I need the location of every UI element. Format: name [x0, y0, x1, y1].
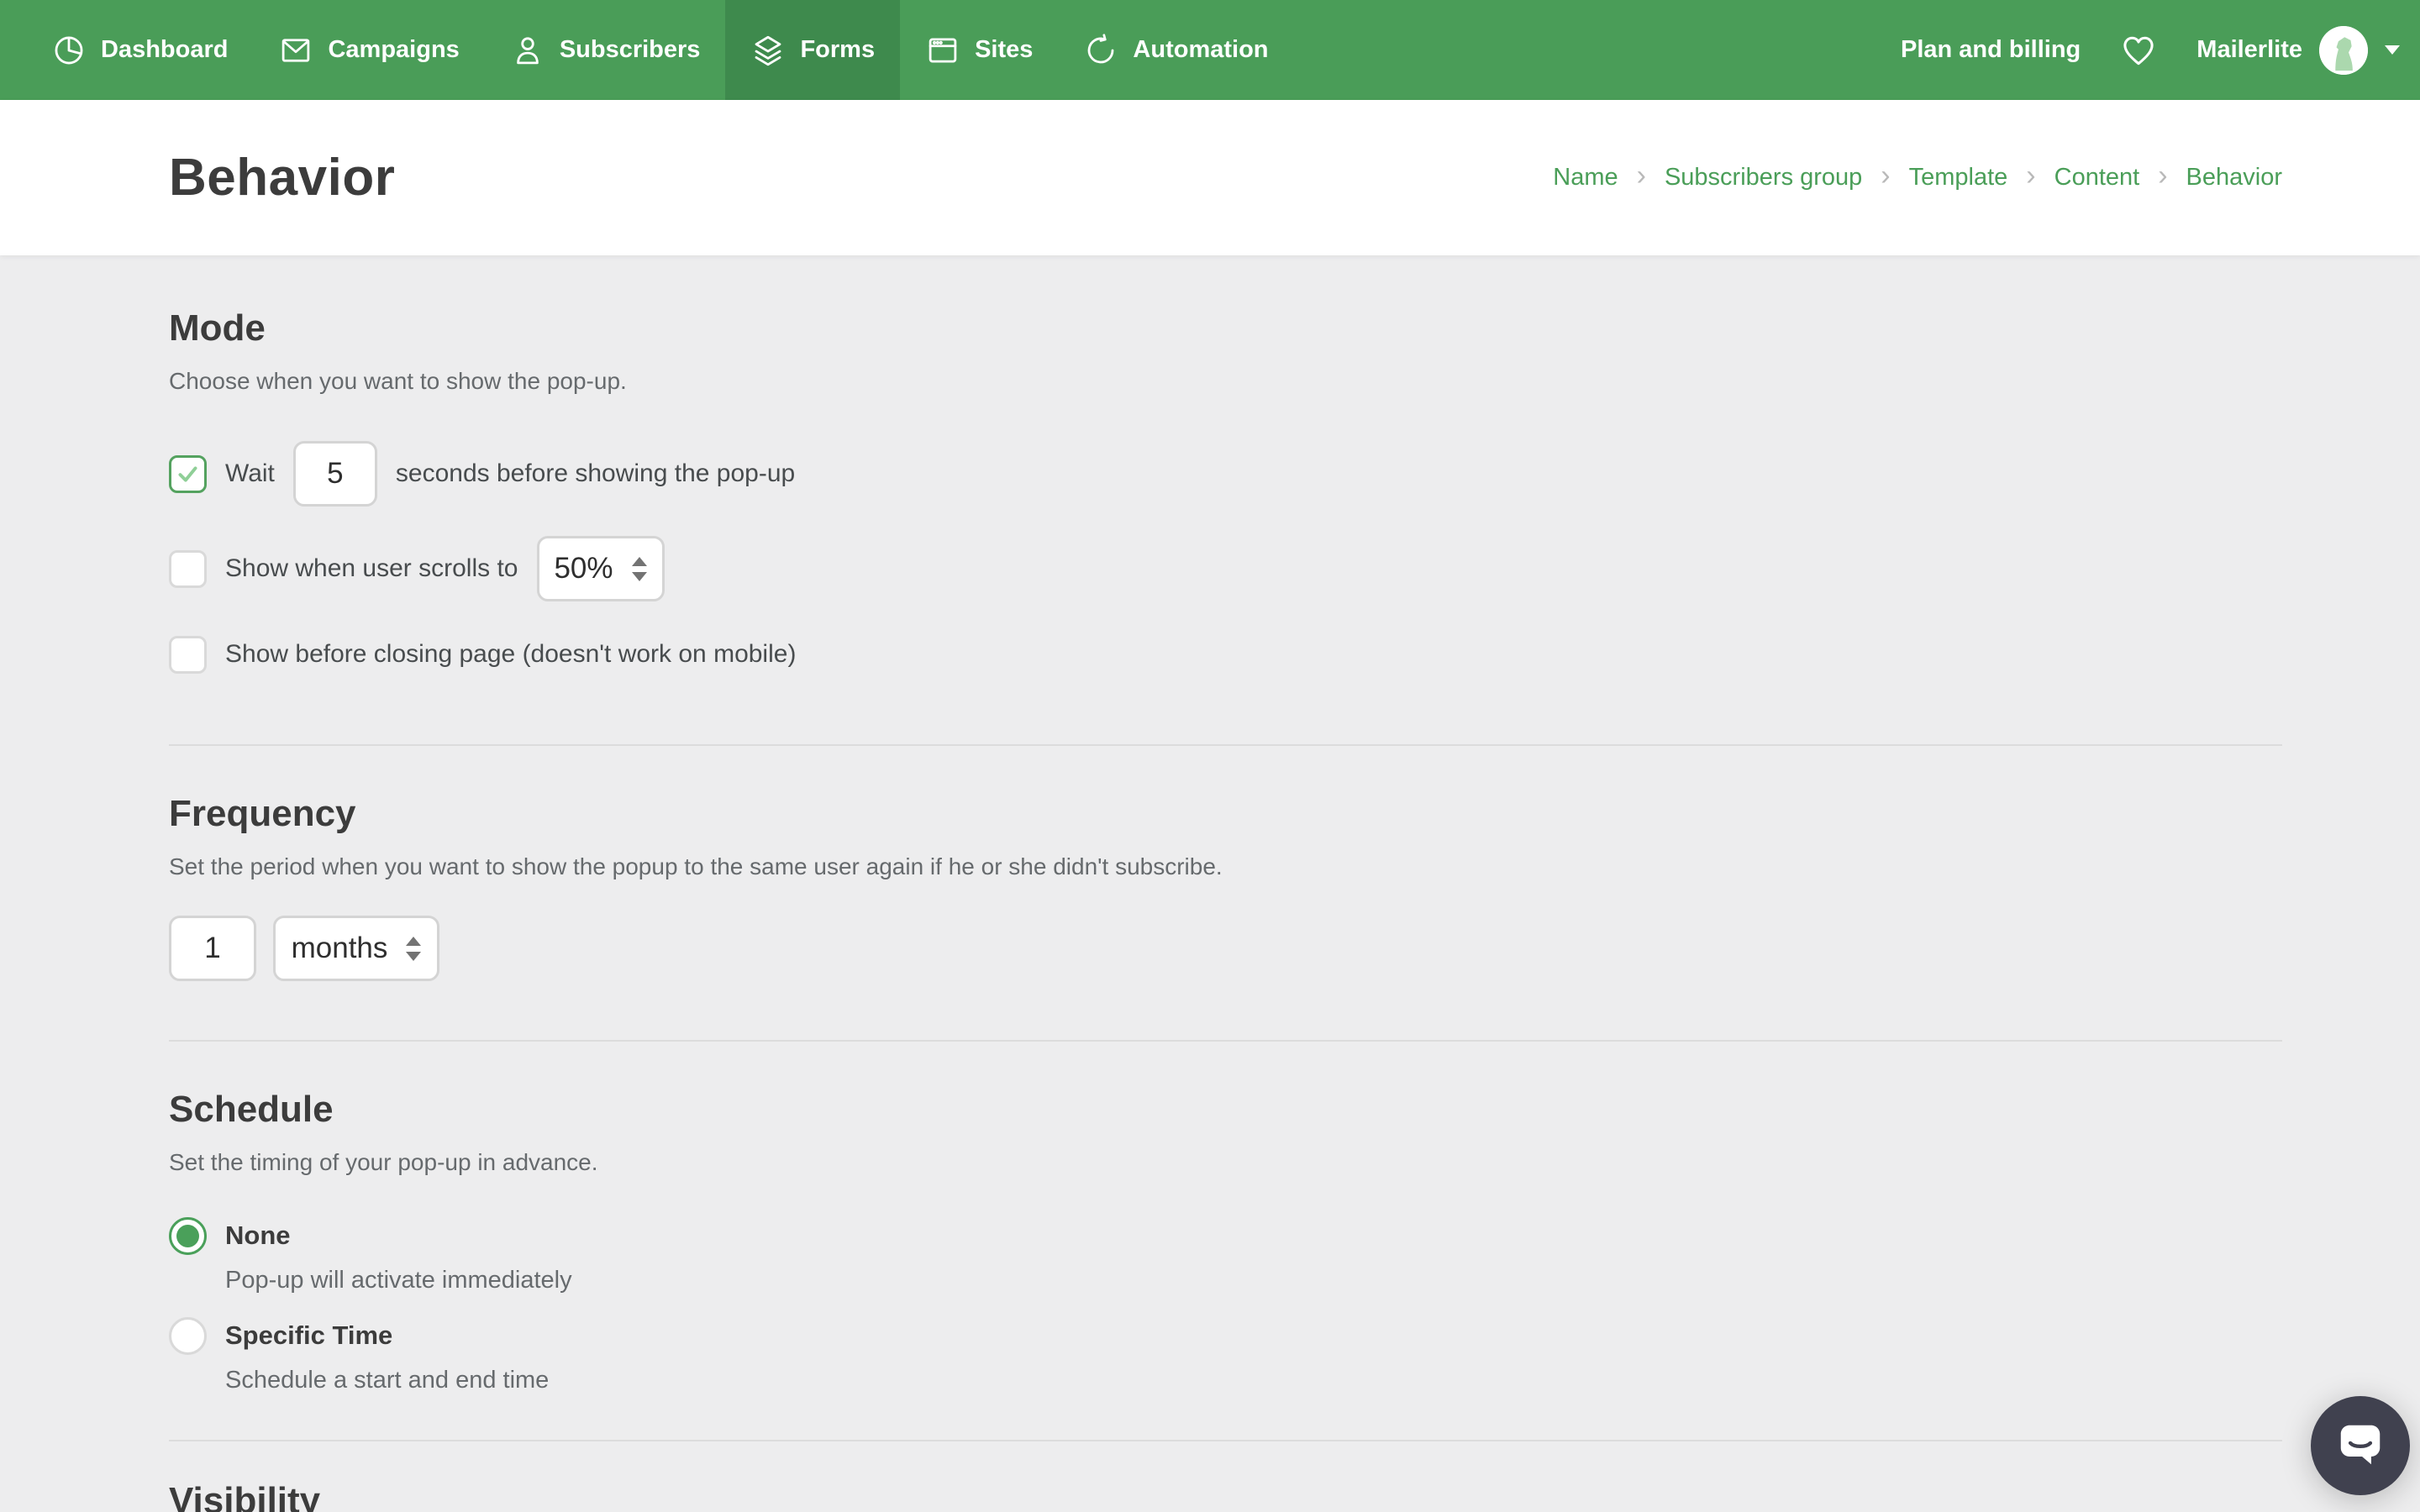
page-header: Behavior Name › Subscribers group › Temp…	[0, 100, 2420, 255]
nav-item-label: Sites	[975, 36, 1034, 63]
account-name: Mailerlite	[2196, 36, 2302, 63]
visibility-section: Visibility	[169, 1480, 2282, 1512]
stepper-icon	[406, 936, 422, 961]
wait-label-after: seconds before showing the pop-up	[395, 459, 796, 487]
schedule-options: None Pop-up will activate immediately Sp…	[169, 1216, 2282, 1394]
breadcrumb-separator-icon: ›	[1881, 159, 1891, 192]
nav-right: Plan and billing Mailerlite	[1901, 0, 2400, 100]
automation-icon	[1083, 33, 1118, 68]
subscribers-icon	[510, 33, 545, 68]
campaigns-icon	[278, 33, 313, 68]
breadcrumb-content[interactable]: Content	[2054, 164, 2140, 192]
schedule-option-specific-time[interactable]: Specific Time	[169, 1316, 2282, 1355]
heart-icon[interactable]	[2119, 31, 2158, 70]
forms-icon	[750, 33, 786, 68]
visibility-title: Visibility	[169, 1480, 321, 1512]
breadcrumb: Name › Subscribers group › Template › Co…	[1553, 159, 2282, 192]
nav-item-subscribers[interactable]: Subscribers	[485, 0, 726, 100]
chat-bubble-icon	[2334, 1419, 2386, 1473]
mode-description: Choose when you want to show the pop-up.	[169, 368, 627, 394]
wait-seconds-input[interactable]	[292, 441, 377, 507]
frequency-controls: months	[169, 916, 2282, 981]
breadcrumb-name[interactable]: Name	[1553, 164, 1618, 192]
frequency-unit-value: months	[291, 932, 388, 964]
scroll-percent-select[interactable]: 50%	[536, 536, 665, 601]
breadcrumb-separator-icon: ›	[2026, 159, 2036, 192]
plan-and-billing-link[interactable]: Plan and billing	[1901, 36, 2081, 64]
frequency-unit-select[interactable]: months	[273, 916, 439, 981]
schedule-section: Schedule Set the timing of your pop-up i…	[169, 1089, 2282, 1394]
exit-checkbox[interactable]	[169, 635, 207, 674]
nav-item-forms[interactable]: Forms	[725, 0, 901, 100]
specific-time-radio[interactable]	[169, 1316, 207, 1355]
nav-item-label: Dashboard	[101, 36, 229, 63]
frequency-title: Frequency	[169, 793, 356, 834]
schedule-description: Set the timing of your pop-up in advance…	[169, 1149, 598, 1175]
frequency-value-input[interactable]	[169, 916, 256, 981]
wait-label: Wait	[225, 459, 275, 487]
frequency-section: Frequency Set the period when you want t…	[169, 793, 2282, 981]
divider	[169, 744, 2282, 746]
schedule-title: Schedule	[169, 1089, 334, 1130]
schedule-option-none[interactable]: None	[169, 1216, 2282, 1255]
page-title: Behavior	[169, 149, 396, 207]
sites-icon	[925, 33, 960, 68]
top-nav: Dashboard Campaigns Subscribers Forms Si…	[0, 0, 2420, 100]
mode-title: Mode	[169, 307, 266, 349]
exit-row: Show before closing page (doesn't work o…	[169, 635, 2282, 674]
nav-item-label: Subscribers	[559, 36, 701, 63]
frequency-description: Set the period when you want to show the…	[169, 853, 1223, 879]
breadcrumb-behavior[interactable]: Behavior	[2186, 164, 2282, 192]
chevron-down-icon	[2385, 45, 2400, 55]
nav-item-automation[interactable]: Automation	[1058, 0, 1293, 100]
breadcrumb-separator-icon: ›	[1636, 159, 1646, 192]
nav-item-label: Automation	[1133, 36, 1269, 63]
breadcrumb-subscribers-group[interactable]: Subscribers group	[1665, 164, 1862, 192]
scroll-percent-value: 50%	[554, 552, 613, 585]
mode-section: Mode Choose when you want to show the po…	[169, 307, 2282, 674]
wait-checkbox[interactable]	[169, 454, 207, 493]
scroll-checkbox[interactable]	[169, 549, 207, 588]
avatar	[2319, 25, 2368, 75]
divider	[169, 1040, 2282, 1042]
stepper-icon	[631, 556, 647, 581]
specific-time-description: Schedule a start and end time	[225, 1367, 550, 1394]
nav-item-label: Forms	[800, 36, 876, 63]
nav-item-dashboard[interactable]: Dashboard	[26, 0, 253, 100]
divider	[169, 1440, 2282, 1441]
exit-label: Show before closing page (doesn't work o…	[225, 640, 797, 668]
none-radio[interactable]	[169, 1216, 207, 1255]
nav-item-label: Campaigns	[328, 36, 460, 63]
scroll-label: Show when user scrolls to	[225, 554, 518, 582]
none-description: Pop-up will activate immediately	[225, 1267, 572, 1294]
wait-row: Wait seconds before showing the pop-up	[169, 440, 2282, 507]
dashboard-icon	[51, 33, 87, 68]
chat-launcher-button[interactable]	[2311, 1396, 2410, 1495]
nav-item-campaigns[interactable]: Campaigns	[253, 0, 484, 100]
account-menu[interactable]: Mailerlite	[2196, 25, 2400, 75]
specific-time-label: Specific Time	[225, 1320, 393, 1350]
scroll-row: Show when user scrolls to 50%	[169, 536, 2282, 601]
behavior-settings: Mode Choose when you want to show the po…	[0, 255, 2420, 1512]
none-label: None	[225, 1221, 291, 1250]
breadcrumb-separator-icon: ›	[2158, 159, 2168, 192]
breadcrumb-template[interactable]: Template	[1909, 164, 2008, 192]
nav-item-sites[interactable]: Sites	[900, 0, 1058, 100]
